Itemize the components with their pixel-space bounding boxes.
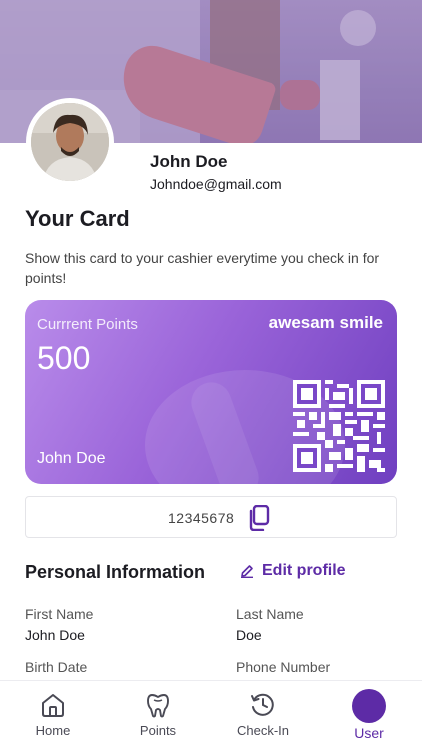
tab-check-in-label: Check-In <box>236 723 290 738</box>
section-title-your-card: Your Card <box>25 206 130 231</box>
phone-number-label: Phone Number <box>236 659 331 675</box>
points-value: 500 <box>37 340 91 376</box>
tab-home-label: Home <box>35 723 71 738</box>
tab-user-label: User <box>354 725 384 741</box>
card-number-box: 12345678 <box>25 496 397 538</box>
section-title-personal-info: Personal Information <box>25 562 206 582</box>
bottom-tab-bar: Home Points Check-In User <box>0 680 422 750</box>
house-icon <box>42 694 64 717</box>
edit-profile-button[interactable]: Edit profile <box>240 562 346 580</box>
brand-logo: awesam smile <box>268 313 383 332</box>
clock-icon <box>251 693 274 716</box>
last-name-value: Doe <box>236 627 262 643</box>
tab-points[interactable]: Points <box>113 681 203 750</box>
tab-check-in[interactable]: Check-In <box>218 681 308 750</box>
tab-home[interactable]: Home <box>8 681 98 750</box>
pencil-icon <box>241 565 253 578</box>
card-description: Show this card to your cashier everytime… <box>25 250 380 286</box>
avatar[interactable] <box>26 98 114 186</box>
first-name-label: First Name <box>25 606 94 622</box>
tooth-icon <box>147 694 169 718</box>
avatar-photo <box>31 103 109 181</box>
user-email: Johndoe@gmail.com <box>150 176 282 192</box>
card-holder-name: John Doe <box>37 450 106 467</box>
user-icon <box>352 689 409 725</box>
last-name-label: Last Name <box>236 606 304 622</box>
first-name-value: John Doe <box>25 627 85 643</box>
copy-icon[interactable] <box>248 505 270 531</box>
tab-user[interactable]: User <box>324 681 414 750</box>
points-label: Currrent Points <box>37 316 138 333</box>
tab-points-label: Points <box>139 723 177 738</box>
card-number: 12345678 <box>168 510 235 526</box>
user-name: John Doe <box>150 152 228 171</box>
edit-profile-label: Edit profile <box>262 562 346 579</box>
qr-code-icon <box>293 380 385 472</box>
birth-date-label: Birth Date <box>25 659 88 675</box>
loyalty-card[interactable]: Currrent Points 500 awesam smile John Do… <box>25 300 397 484</box>
